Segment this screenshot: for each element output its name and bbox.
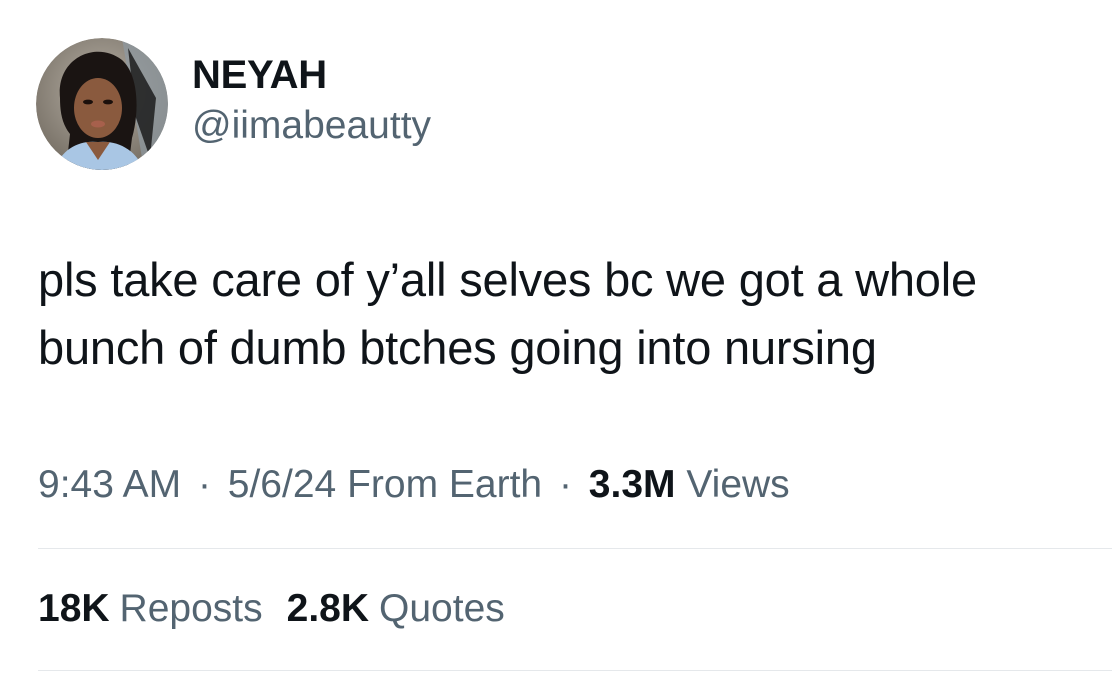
tweet-date[interactable]: 5/6/24 [228,463,336,506]
views-count: 3.3M [588,463,676,506]
divider [38,548,1112,549]
tweet-text: pls take care of y’all selves bc we got … [38,253,977,374]
quotes-label: Quotes [379,587,505,630]
tweet-time[interactable]: 9:43 AM [38,463,181,506]
tweet-card: NEYAH @iimabeautty pls take care of y’al… [0,0,1112,678]
views-label: Views [686,463,790,506]
user-meta: NEYAH @iimabeautty [192,52,431,150]
user-handle[interactable]: @iimabeautty [192,102,431,150]
quotes-stat[interactable]: 2.8K Quotes [287,584,505,634]
avatar[interactable] [36,38,168,170]
reposts-count: 18K [38,587,110,630]
display-name[interactable]: NEYAH [192,52,431,98]
reposts-label: Reposts [119,587,263,630]
quotes-count: 2.8K [286,587,370,630]
tweet-meta: 9:43 AM · 5/6/24 From Earth · 3.3M Views [38,460,790,510]
divider [38,670,1112,671]
reposts-stat[interactable]: 18K Reposts [38,584,263,634]
meta-separator: · [558,463,572,506]
meta-separator: · [197,463,211,506]
tweet-header: NEYAH @iimabeautty [36,38,431,170]
tweet-source: From Earth [347,463,543,506]
engagement-stats: 18K Reposts 2.8K Quotes [38,584,505,634]
